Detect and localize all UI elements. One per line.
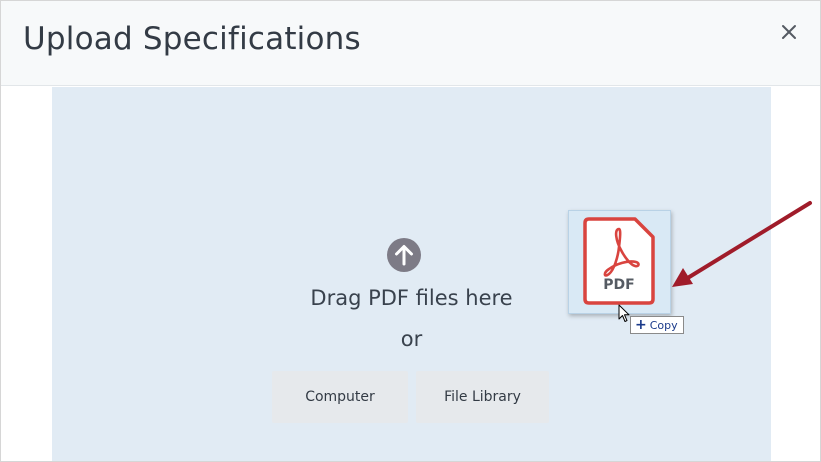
red-arrow-icon bbox=[672, 201, 812, 287]
close-icon bbox=[782, 25, 796, 39]
close-button[interactable] bbox=[777, 21, 801, 45]
plus-icon: + bbox=[635, 317, 647, 333]
copy-tooltip: + Copy bbox=[630, 316, 684, 334]
copy-label: Copy bbox=[649, 318, 678, 332]
dialog-title: Upload Specifications bbox=[23, 21, 361, 57]
dialog-header: Upload Specifications bbox=[1, 1, 820, 86]
dragged-file-preview[interactable]: PDF bbox=[568, 210, 671, 314]
pdf-type-label: PDF bbox=[603, 277, 635, 293]
arrow-up-circle-icon bbox=[387, 238, 421, 272]
computer-upload-button[interactable]: Computer bbox=[272, 371, 408, 423]
file-library-button[interactable]: File Library bbox=[416, 371, 549, 423]
